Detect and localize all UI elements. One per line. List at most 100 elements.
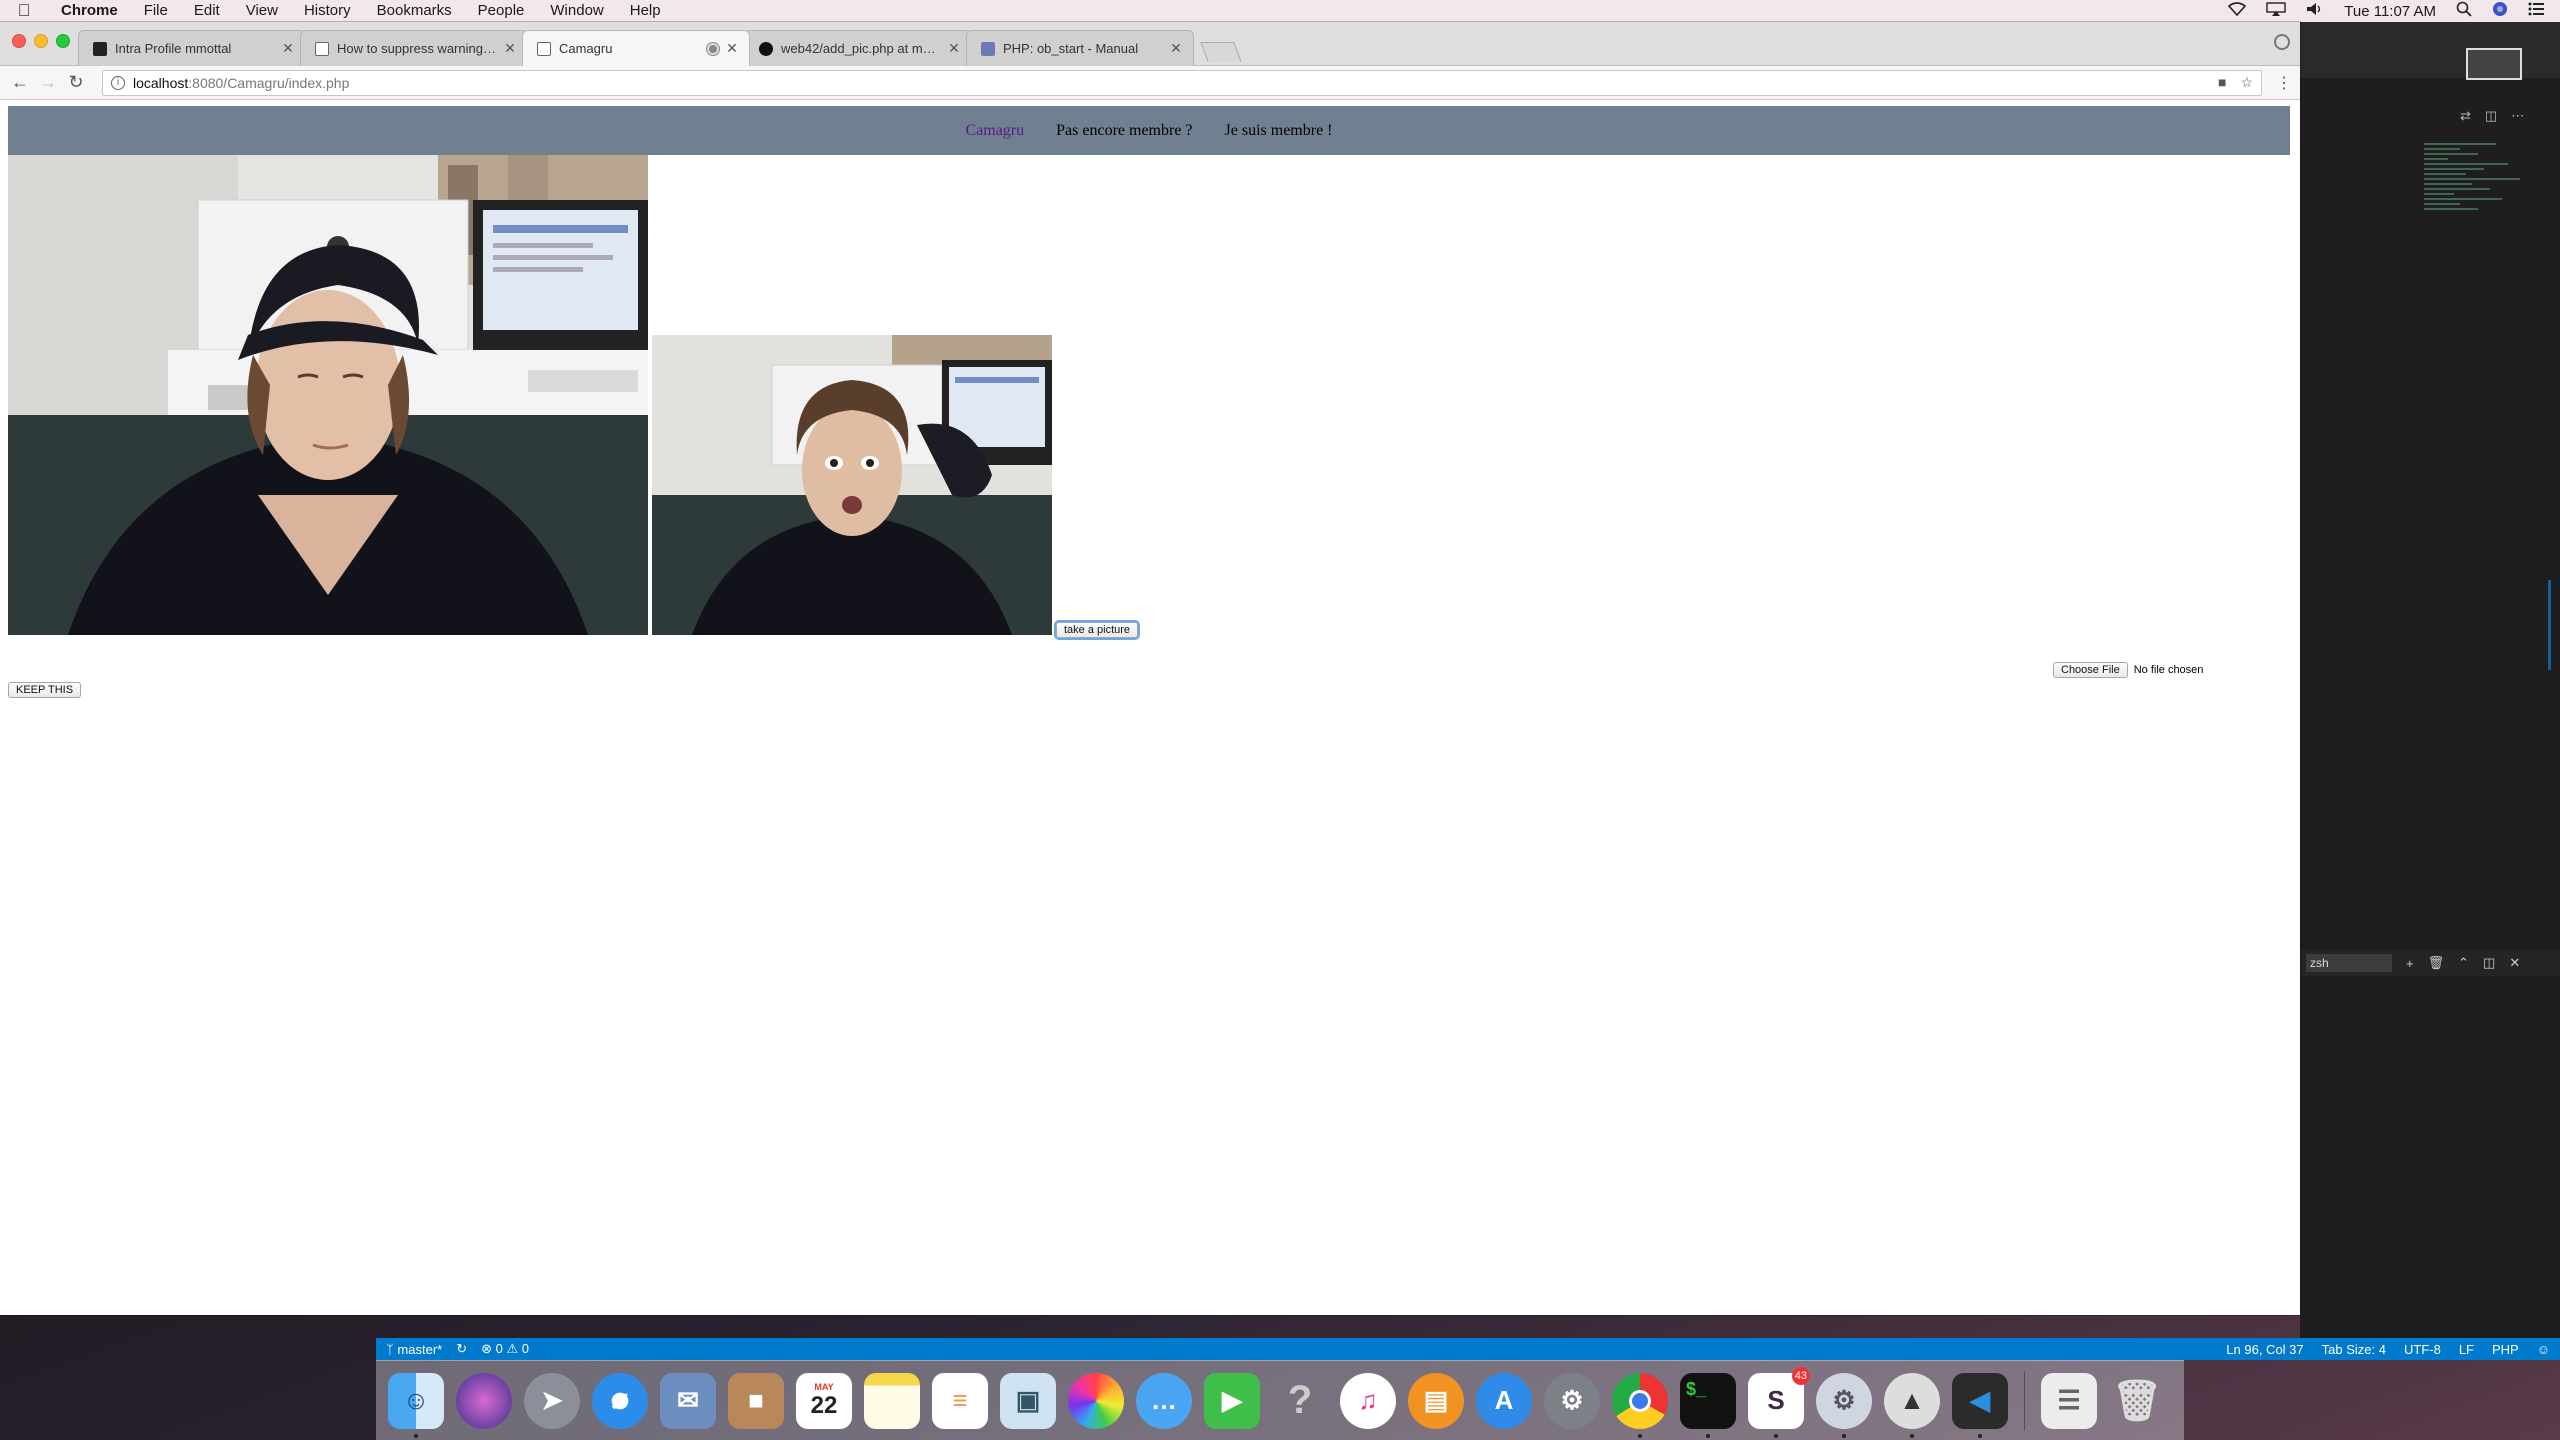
tab-github-add-pic[interactable]: web42/add_pic.php at master ✕: [744, 30, 972, 66]
reload-icon[interactable]: ↻: [62, 72, 90, 93]
menu-help[interactable]: Help: [617, 0, 674, 22]
reminders-icon[interactable]: ≡: [932, 1372, 988, 1429]
notification-center-icon[interactable]: [2528, 2, 2544, 20]
terminal-panel-bar: zsh + 🗑 ⌃ ◫ ✕: [2300, 950, 2560, 976]
spotlight-icon[interactable]: [2456, 1, 2472, 21]
vscode-icon[interactable]: ◀: [1952, 1372, 2008, 1438]
notes-icon[interactable]: [864, 1372, 920, 1429]
scrollbar-indicator[interactable]: [2548, 580, 2551, 670]
tab-label: Camagru: [559, 41, 613, 56]
git-branch[interactable]: ᛉ master*: [386, 1342, 442, 1357]
volume-icon[interactable]: [2306, 2, 2324, 20]
safari-icon[interactable]: ➚: [592, 1372, 648, 1429]
maximize-panel-icon[interactable]: ⌃: [2458, 955, 2469, 971]
line-ending[interactable]: LF: [2459, 1342, 2474, 1357]
inbox-icon[interactable]: ▲: [1884, 1372, 1940, 1438]
menu-people[interactable]: People: [465, 0, 538, 22]
minimize-window-button[interactable]: [34, 34, 48, 48]
address-bar[interactable]: i localhost:8080/Camagru/index.php ■ ☆: [102, 69, 2262, 96]
finder-icon[interactable]: ☺: [388, 1372, 444, 1438]
chrome-icon[interactable]: [1612, 1372, 1668, 1438]
tab-close-icon[interactable]: ✕: [281, 40, 295, 57]
chrome-menu-icon[interactable]: ⋮: [2272, 73, 2296, 93]
url-host: localhost: [133, 74, 189, 91]
feedback-icon[interactable]: ☺: [2537, 1342, 2550, 1357]
apple-menu-icon[interactable]: : [0, 1, 48, 21]
menu-window[interactable]: Window: [537, 0, 616, 22]
help-icon[interactable]: ?: [1272, 1373, 1328, 1429]
zoom-window-button[interactable]: [56, 34, 70, 48]
mail-eagle-icon[interactable]: ✉: [660, 1372, 716, 1429]
facetime-icon[interactable]: ▶: [1204, 1372, 1260, 1429]
terminal-icon[interactable]: $_: [1680, 1372, 1736, 1438]
kill-terminal-icon[interactable]: 🗑: [2428, 955, 2445, 971]
sync-icon[interactable]: ↻: [456, 1341, 467, 1357]
open-changes-icon[interactable]: ⇄: [2460, 108, 2471, 124]
tab-suppress-warning[interactable]: How to suppress warning or e ✕: [300, 30, 528, 66]
camera-in-use-icon[interactable]: ■: [2218, 74, 2226, 91]
tab-php-manual[interactable]: PHP: ob_start - Manual ✕: [966, 30, 1194, 66]
new-tab-button[interactable]: [1200, 42, 1242, 62]
forward-icon[interactable]: →: [34, 72, 62, 93]
itunes-icon[interactable]: ♫: [1340, 1372, 1396, 1429]
messages-icon[interactable]: …: [1136, 1372, 1192, 1429]
menu-history[interactable]: History: [291, 0, 364, 22]
calendar-icon[interactable]: MAY 22: [796, 1372, 852, 1429]
tab-camagru[interactable]: Camagru ✕: [522, 30, 750, 66]
close-panel-icon[interactable]: ✕: [2509, 955, 2520, 971]
problems-indicator[interactable]: ⊗ 0 ⚠ 0: [481, 1341, 529, 1357]
trash-icon[interactable]: 🗑: [2109, 1373, 2165, 1429]
back-icon[interactable]: ←: [6, 72, 34, 93]
editor-minimap[interactable]: [2424, 140, 2544, 340]
tab-intra-profile[interactable]: Intra Profile mmottal ✕: [78, 30, 306, 66]
wifi-icon[interactable]: [2228, 2, 2247, 20]
keep-this-button[interactable]: KEEP THIS: [8, 682, 82, 698]
bookmark-star-icon[interactable]: ☆: [2240, 74, 2253, 91]
tab-close-icon[interactable]: ✕: [503, 40, 517, 57]
choose-file-button[interactable]: Choose File: [2053, 662, 2128, 678]
profile-icon[interactable]: [2274, 34, 2290, 50]
slack-icon[interactable]: S 43: [1748, 1366, 1810, 1438]
nav-camagru-link[interactable]: Camagru: [965, 122, 1024, 140]
menu-clock[interactable]: Tue 11:07 AM: [2344, 3, 2436, 20]
tab-label: How to suppress warning or e: [337, 41, 497, 56]
macos-menu-bar:  Chrome File Edit View History Bookmark…: [0, 0, 2560, 22]
tab-close-icon[interactable]: ✕: [1169, 40, 1183, 57]
window-thumbnail[interactable]: [2466, 48, 2522, 80]
file-encoding[interactable]: UTF-8: [2404, 1342, 2441, 1357]
menu-file[interactable]: File: [131, 0, 181, 22]
file-upload-input[interactable]: Choose File No file chosen: [2053, 662, 2203, 678]
take-picture-button[interactable]: take a picture: [1056, 622, 1139, 638]
photos-icon[interactable]: [1068, 1372, 1124, 1429]
cursor-position[interactable]: Ln 96, Col 37: [2226, 1342, 2303, 1357]
new-terminal-icon[interactable]: +: [2406, 956, 2414, 971]
terminal-shell-select[interactable]: zsh: [2306, 954, 2392, 972]
tab-size[interactable]: Tab Size: 4: [2322, 1342, 2386, 1357]
documents-stack-icon[interactable]: ☰: [2041, 1372, 2097, 1429]
tab-close-icon[interactable]: ✕: [947, 40, 961, 57]
utility-icon[interactable]: ⚙: [1816, 1372, 1872, 1438]
tab-close-icon[interactable]: ✕: [725, 40, 739, 57]
contacts-icon[interactable]: ■: [728, 1372, 784, 1429]
menu-app-name[interactable]: Chrome: [48, 0, 131, 22]
launchpad-icon[interactable]: ➤: [524, 1372, 580, 1429]
toggle-panel-icon[interactable]: ◫: [2483, 955, 2495, 971]
close-window-button[interactable]: [12, 34, 26, 48]
language-mode[interactable]: PHP: [2492, 1342, 2519, 1357]
menu-bookmarks[interactable]: Bookmarks: [364, 0, 465, 22]
editor-toolbar: ⇄ ◫ ⋯: [2460, 108, 2524, 124]
siri-icon[interactable]: [456, 1372, 512, 1429]
system-preferences-icon[interactable]: ⚙: [1544, 1372, 1600, 1429]
nav-signup-link[interactable]: Pas encore membre ?: [1056, 122, 1192, 140]
more-actions-icon[interactable]: ⋯: [2511, 108, 2524, 124]
siri-icon[interactable]: [2492, 1, 2508, 21]
app-store-icon[interactable]: A: [1476, 1372, 1532, 1429]
site-info-icon[interactable]: i: [111, 75, 125, 90]
airplay-icon[interactable]: [2266, 2, 2286, 20]
preview-icon[interactable]: ▣: [1000, 1372, 1056, 1429]
ibooks-icon[interactable]: ▤: [1408, 1372, 1464, 1429]
menu-edit[interactable]: Edit: [181, 0, 233, 22]
menu-view[interactable]: View: [233, 0, 291, 22]
split-editor-icon[interactable]: ◫: [2485, 108, 2497, 124]
nav-login-link[interactable]: Je suis membre !: [1225, 122, 1333, 140]
